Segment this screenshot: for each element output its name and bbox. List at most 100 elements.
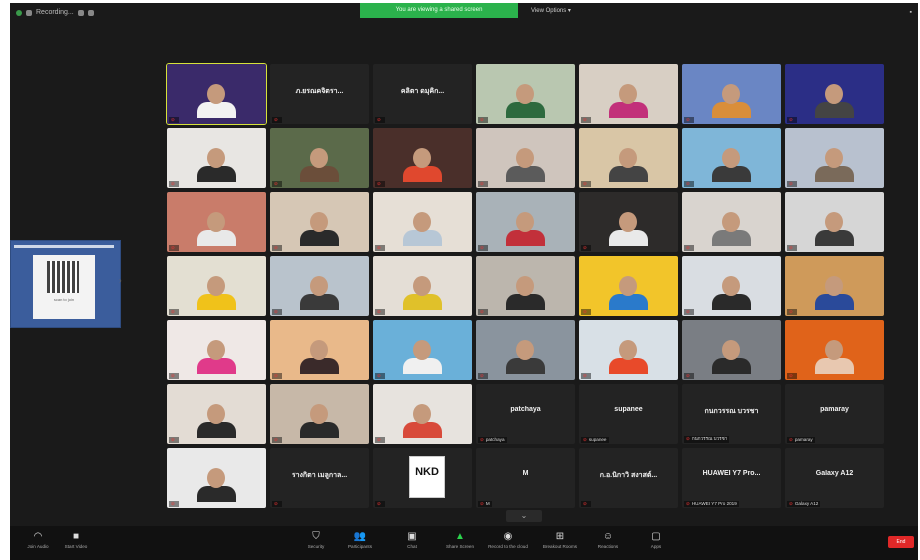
- participant-tile[interactable]: ภ.ยรณคจิตรา... ⊘: [270, 64, 369, 124]
- participant-label: ⊘: [478, 309, 488, 315]
- participant-name: ก.อ.นิกาวิ สงาสต์...: [599, 472, 658, 479]
- figure-body: [814, 358, 855, 374]
- participants-button[interactable]: 👥 Participants: [340, 530, 380, 549]
- security-button[interactable]: ⛉ Security: [296, 530, 336, 549]
- join-audio-button[interactable]: ◠ Join Audio: [18, 530, 58, 549]
- participant-tile[interactable]: Galaxy A12 ⊘ Galaxy A12: [785, 448, 884, 508]
- participant-tile[interactable]: ⊘: [785, 64, 884, 124]
- participant-tile[interactable]: ⊘: [270, 128, 369, 188]
- share-screen-button[interactable]: ▲ Share Screen: [440, 530, 480, 549]
- participant-tile[interactable]: คลิตา ดมุคิก... ⊘: [373, 64, 472, 124]
- participant-tile[interactable]: ⊘: [476, 256, 575, 316]
- figure-head: [207, 340, 226, 360]
- participant-tile[interactable]: รางกิตา เมลูกาล... ⊘: [270, 448, 369, 508]
- start-video-button[interactable]: ■ Start Video: [56, 530, 96, 549]
- pause-icon[interactable]: [77, 9, 84, 16]
- participant-tile[interactable]: ⊘: [785, 256, 884, 316]
- participant-tile[interactable]: pamaray ⊘ pamaray: [785, 384, 884, 444]
- participant-tile[interactable]: NKD ⊘: [373, 448, 472, 508]
- participant-tile[interactable]: ⊘: [682, 320, 781, 380]
- participant-tile[interactable]: ⊘: [166, 63, 267, 125]
- participant-tile[interactable]: ⊘: [270, 384, 369, 444]
- participant-tile[interactable]: ⊘: [682, 256, 781, 316]
- figure-head: [722, 84, 741, 104]
- participant-tile[interactable]: M ⊘ M: [476, 448, 575, 508]
- share-banner[interactable]: You are viewing a shared screen: [360, 3, 518, 18]
- participant-tile[interactable]: ⊘: [579, 128, 678, 188]
- participant-label: ⊘: [272, 437, 282, 443]
- info-icon[interactable]: [26, 9, 32, 16]
- toolbar-label: Reactions: [597, 544, 619, 549]
- end-meeting-button[interactable]: End: [888, 536, 914, 548]
- participant-tile[interactable]: ⊘: [167, 320, 266, 380]
- participant-label: ⊘ patchaya: [478, 437, 507, 443]
- figure-head: [619, 84, 638, 104]
- participant-tile[interactable]: กนกวรรณ บวรชา ⊘ กนกวรรณ บวรชา: [682, 384, 781, 444]
- muted-mic-icon: ⊘: [377, 437, 381, 442]
- participant-tile[interactable]: ⊘: [373, 384, 472, 444]
- reactions-button[interactable]: ☺ Reactions: [588, 530, 628, 549]
- participant-tile[interactable]: ⊘: [682, 128, 781, 188]
- participant-tile[interactable]: ⊘: [785, 320, 884, 380]
- collapse-arrow-icon[interactable]: ›: [119, 276, 122, 285]
- stop-icon[interactable]: [87, 9, 94, 16]
- participant-tile[interactable]: ⊘: [373, 192, 472, 252]
- muted-mic-icon: ⊘: [789, 437, 793, 442]
- muted-mic-icon: ⊘: [686, 309, 690, 314]
- recording-label: Recording...: [36, 9, 74, 16]
- participant-tile[interactable]: ⊘: [270, 256, 369, 316]
- participant-tile[interactable]: ⊘: [476, 64, 575, 124]
- participant-label: ⊘: [478, 373, 488, 379]
- record-to-the-cloud-button[interactable]: ◉ Record to the cloud: [488, 530, 528, 549]
- participant-figure: [711, 276, 752, 310]
- recording-indicator[interactable]: Recording...: [16, 9, 94, 16]
- participant-tile[interactable]: ⊘: [682, 64, 781, 124]
- participant-tile[interactable]: ก.อ.นิกาวิ สงาสต์... ⊘: [579, 448, 678, 508]
- figure-body: [299, 294, 340, 310]
- participant-label: ⊘: [581, 309, 591, 315]
- participant-tile[interactable]: ⊘: [579, 320, 678, 380]
- participant-label-text: pamaray: [794, 437, 813, 442]
- participant-tile[interactable]: ⊘: [785, 128, 884, 188]
- participant-figure: [505, 148, 546, 182]
- participant-tile[interactable]: ⊘: [373, 320, 472, 380]
- participant-tile[interactable]: ⊘: [579, 64, 678, 124]
- fullscreen-icon[interactable]: ▪: [910, 9, 912, 16]
- participant-tile[interactable]: ⊘: [167, 448, 266, 508]
- participant-tile[interactable]: ⊘: [579, 192, 678, 252]
- shared-screen-thumbnail[interactable]: scan to join: [10, 240, 121, 328]
- participant-tile[interactable]: ⊘: [682, 192, 781, 252]
- participant-figure: [814, 212, 855, 246]
- participant-tile[interactable]: supanee ⊘ supanee: [579, 384, 678, 444]
- participant-tile[interactable]: ⊘: [373, 128, 472, 188]
- participant-tile[interactable]: HUAWEI Y7 Pro... ⊘ HUAWEI Y7 Pro 2019: [682, 448, 781, 508]
- participant-tile[interactable]: ⊘: [476, 192, 575, 252]
- participant-figure: [402, 340, 443, 374]
- participant-tile[interactable]: ⊘: [270, 192, 369, 252]
- next-page-button[interactable]: ⌄: [506, 510, 542, 522]
- chat-button[interactable]: ▣ Chat: [392, 530, 432, 549]
- participant-tile[interactable]: ⊘: [167, 256, 266, 316]
- participants-icon: 👥: [353, 531, 367, 542]
- participant-tile[interactable]: ⊘: [167, 192, 266, 252]
- participant-tile[interactable]: patchaya ⊘ patchaya: [476, 384, 575, 444]
- figure-head: [413, 404, 432, 424]
- figure-head: [619, 276, 638, 296]
- participant-tile[interactable]: ⊘: [167, 128, 266, 188]
- participant-tile[interactable]: ⊘: [785, 192, 884, 252]
- participant-tile[interactable]: ⊘: [270, 320, 369, 380]
- apps-button[interactable]: ▢ Apps: [636, 530, 676, 549]
- participant-tile[interactable]: ⊘: [476, 128, 575, 188]
- headphones-icon: ◠: [33, 531, 43, 542]
- figure-head: [413, 212, 432, 232]
- breakout-rooms-button[interactable]: ⊞ Breakout Rooms: [540, 530, 580, 549]
- participant-tile[interactable]: ⊘: [579, 256, 678, 316]
- participant-tile[interactable]: ⊘: [476, 320, 575, 380]
- muted-mic-icon: ⊘: [274, 437, 278, 442]
- participant-label: ⊘: [169, 437, 179, 443]
- figure-head: [310, 404, 329, 424]
- participant-tile[interactable]: ⊘: [167, 384, 266, 444]
- muted-mic-icon: ⊘: [377, 501, 381, 506]
- participant-tile[interactable]: ⊘: [373, 256, 472, 316]
- view-options-button[interactable]: View Options ▾: [531, 7, 571, 14]
